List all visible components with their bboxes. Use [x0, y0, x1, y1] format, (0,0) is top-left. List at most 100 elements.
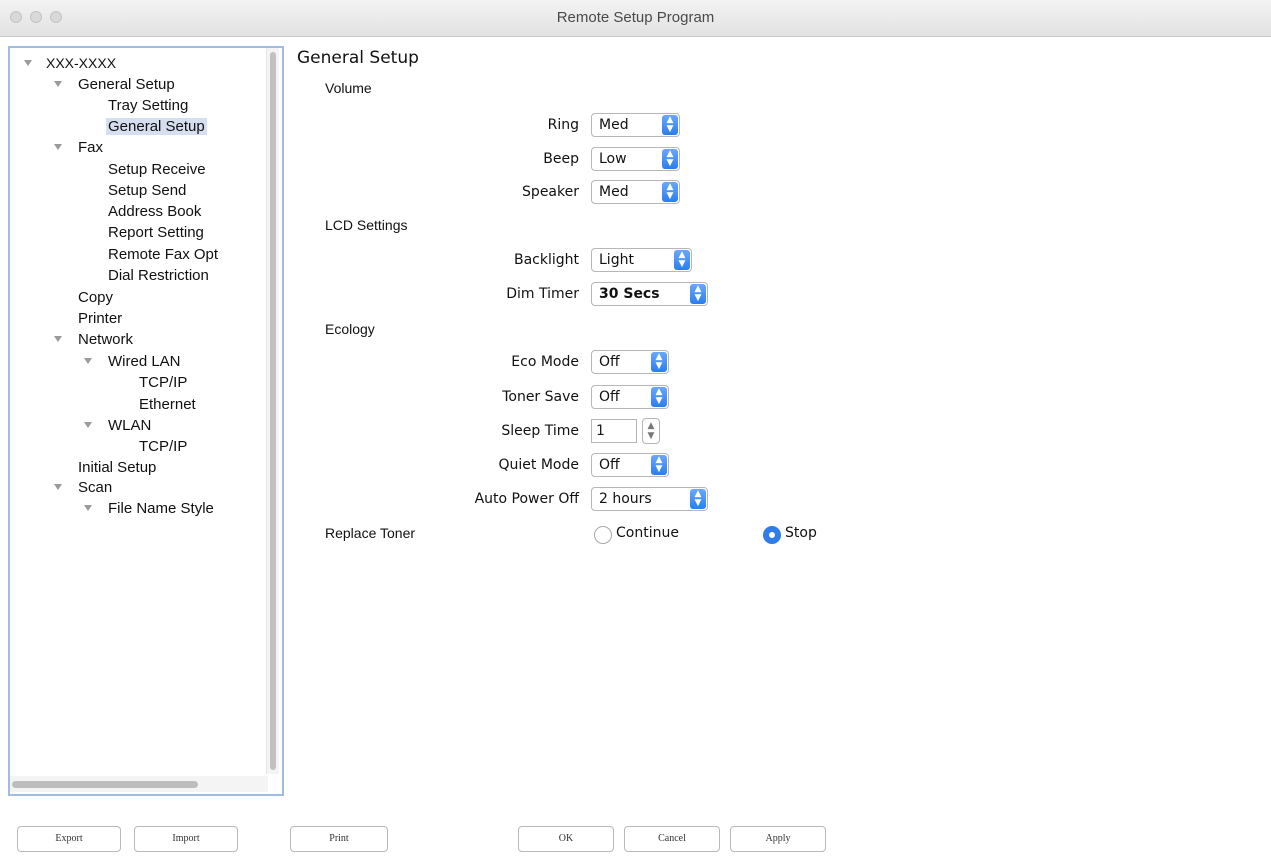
ring-select[interactable]: Med ▲ ▼	[591, 113, 680, 137]
auto-power-off-value: 2 hours	[599, 491, 652, 507]
tree-item-label: Remote Fax Opt	[108, 246, 219, 263]
tree-item-general-setup[interactable]: General Setup	[106, 116, 207, 137]
speaker-value: Med	[599, 184, 629, 200]
up-down-arrows-icon: ▲ ▼	[651, 455, 667, 475]
tree-item-copy[interactable]: Copy	[78, 287, 113, 308]
tree-item-setup-receive[interactable]: Setup Receive	[108, 159, 206, 180]
toner-save-value: Off	[599, 389, 620, 405]
tree-item-initial-setup[interactable]: Initial Setup	[78, 457, 156, 478]
quiet-mode-value: Off	[599, 457, 620, 473]
tree-item-label: General Setup	[106, 118, 207, 135]
tree-item-label: Address Book	[108, 203, 202, 220]
ring-value: Med	[599, 117, 629, 133]
beep-label: Beep	[543, 151, 579, 167]
tree-item-report-setting[interactable]: Report Setting	[108, 222, 204, 243]
toner-save-label: Toner Save	[502, 389, 579, 405]
tree-horizontal-scrollbar[interactable]	[10, 776, 268, 792]
up-down-arrows-icon: ▲ ▼	[651, 352, 667, 372]
replace-toner-stop-radio[interactable]	[763, 526, 781, 544]
speaker-select[interactable]: Med ▲ ▼	[591, 180, 680, 204]
replace-toner-stop-label[interactable]: Stop	[785, 525, 817, 541]
tree-item-label: Printer	[78, 310, 123, 327]
tree-item-setup-send[interactable]: Setup Send	[108, 180, 186, 201]
tree-item-tray-setting[interactable]: Tray Setting	[108, 95, 188, 116]
tree-vertical-scroll-thumb[interactable]	[270, 52, 276, 770]
title-bar: Remote Setup Program	[0, 0, 1271, 37]
tree-item-label: Network	[78, 331, 134, 348]
tree-item-label: Setup Send	[108, 182, 187, 199]
tree-item-address-book[interactable]: Address Book	[108, 201, 201, 222]
tree-item-label: Report Setting	[108, 224, 204, 241]
tree-item-remote-fax-opt[interactable]: Remote Fax Opt	[108, 244, 218, 265]
lcd-settings-heading: LCD Settings	[325, 217, 408, 233]
tree-item-label: Wired LAN	[108, 353, 181, 370]
up-down-arrows-icon: ▲ ▼	[690, 489, 706, 509]
auto-power-off-select[interactable]: 2 hours ▲ ▼	[591, 487, 708, 511]
dim-timer-value: 30 Secs	[599, 286, 660, 302]
tree-item-label: WLAN	[108, 417, 152, 434]
up-down-arrows-icon: ▲ ▼	[662, 115, 678, 135]
sleep-time-field[interactable]: 1	[591, 419, 637, 443]
up-down-arrows-icon: ▲ ▼	[662, 182, 678, 202]
tree-item-wlan-tcpip[interactable]: TCP/IP	[139, 436, 187, 457]
tree-item-dial-restriction[interactable]: Dial Restriction	[108, 265, 209, 286]
backlight-value: Light	[599, 252, 634, 268]
tree-vertical-scrollbar[interactable]	[266, 48, 279, 774]
beep-value: Low	[599, 151, 627, 167]
tree-item-label: Setup Receive	[108, 161, 206, 178]
eco-mode-value: Off	[599, 354, 620, 370]
ring-label: Ring	[547, 117, 579, 133]
speaker-label: Speaker	[522, 184, 579, 200]
backlight-select[interactable]: Light ▲ ▼	[591, 248, 692, 272]
tree-item-ethernet[interactable]: Ethernet	[139, 394, 196, 415]
tree-item-label: General Setup	[78, 76, 175, 93]
dim-timer-select[interactable]: 30 Secs ▲ ▼	[591, 282, 708, 306]
ok-button[interactable]: OK	[518, 826, 614, 852]
tree-item-wired-tcpip[interactable]: TCP/IP	[139, 372, 187, 393]
export-button[interactable]: Export	[17, 826, 121, 852]
tree-item-label: File Name Style	[108, 500, 214, 517]
disclosure-triangle-icon[interactable]	[84, 358, 92, 364]
up-down-arrows-icon: ▲ ▼	[651, 387, 667, 407]
up-down-arrows-icon: ▲ ▼	[674, 250, 690, 270]
page-title: General Setup	[297, 48, 419, 68]
replace-toner-continue-radio[interactable]	[594, 526, 612, 544]
eco-mode-select[interactable]: Off ▲ ▼	[591, 350, 669, 374]
tree-item-printer[interactable]: Printer	[78, 308, 122, 329]
backlight-label: Backlight	[513, 252, 579, 268]
dim-timer-label: Dim Timer	[506, 286, 579, 302]
disclosure-triangle-icon[interactable]	[54, 484, 62, 490]
beep-select[interactable]: Low ▲ ▼	[591, 147, 680, 171]
toner-save-select[interactable]: Off ▲ ▼	[591, 385, 669, 409]
tree-item-label: Ethernet	[139, 396, 196, 413]
quiet-mode-label: Quiet Mode	[498, 457, 579, 473]
disclosure-triangle-icon[interactable]	[84, 422, 92, 428]
window-title: Remote Setup Program	[556, 9, 715, 26]
tree-item-label: Initial Setup	[78, 459, 157, 476]
disclosure-triangle-icon[interactable]	[54, 336, 62, 342]
tree-item-label: Tray Setting	[108, 97, 189, 114]
apply-button[interactable]: Apply	[730, 826, 826, 852]
tree-item-label: Dial Restriction	[108, 267, 209, 284]
ecology-heading: Ecology	[325, 321, 375, 337]
tree-item-label: XXX-XXXX	[46, 55, 117, 71]
up-down-arrows-icon: ▲ ▼	[662, 149, 678, 169]
print-button[interactable]: Print	[290, 826, 388, 852]
eco-mode-label: Eco Mode	[511, 354, 579, 370]
up-down-arrows-icon: ▲ ▼	[690, 284, 706, 304]
cancel-button[interactable]: Cancel	[624, 826, 720, 852]
disclosure-triangle-icon[interactable]	[54, 144, 62, 150]
auto-power-off-label: Auto Power Off	[474, 491, 579, 507]
tree-horizontal-scroll-thumb[interactable]	[12, 781, 198, 788]
volume-heading: Volume	[325, 80, 372, 96]
sleep-time-label: Sleep Time	[501, 423, 579, 439]
disclosure-triangle-icon[interactable]	[84, 505, 92, 511]
tree-item-label: Fax	[78, 139, 104, 156]
disclosure-triangle-icon[interactable]	[24, 60, 32, 66]
replace-toner-continue-label[interactable]: Continue	[616, 525, 679, 541]
import-button[interactable]: Import	[134, 826, 238, 852]
tree-item-label: TCP/IP	[139, 438, 188, 455]
disclosure-triangle-icon[interactable]	[54, 81, 62, 87]
quiet-mode-select[interactable]: Off ▲ ▼	[591, 453, 669, 477]
sleep-time-stepper[interactable]: ▲ ▼	[642, 418, 660, 444]
